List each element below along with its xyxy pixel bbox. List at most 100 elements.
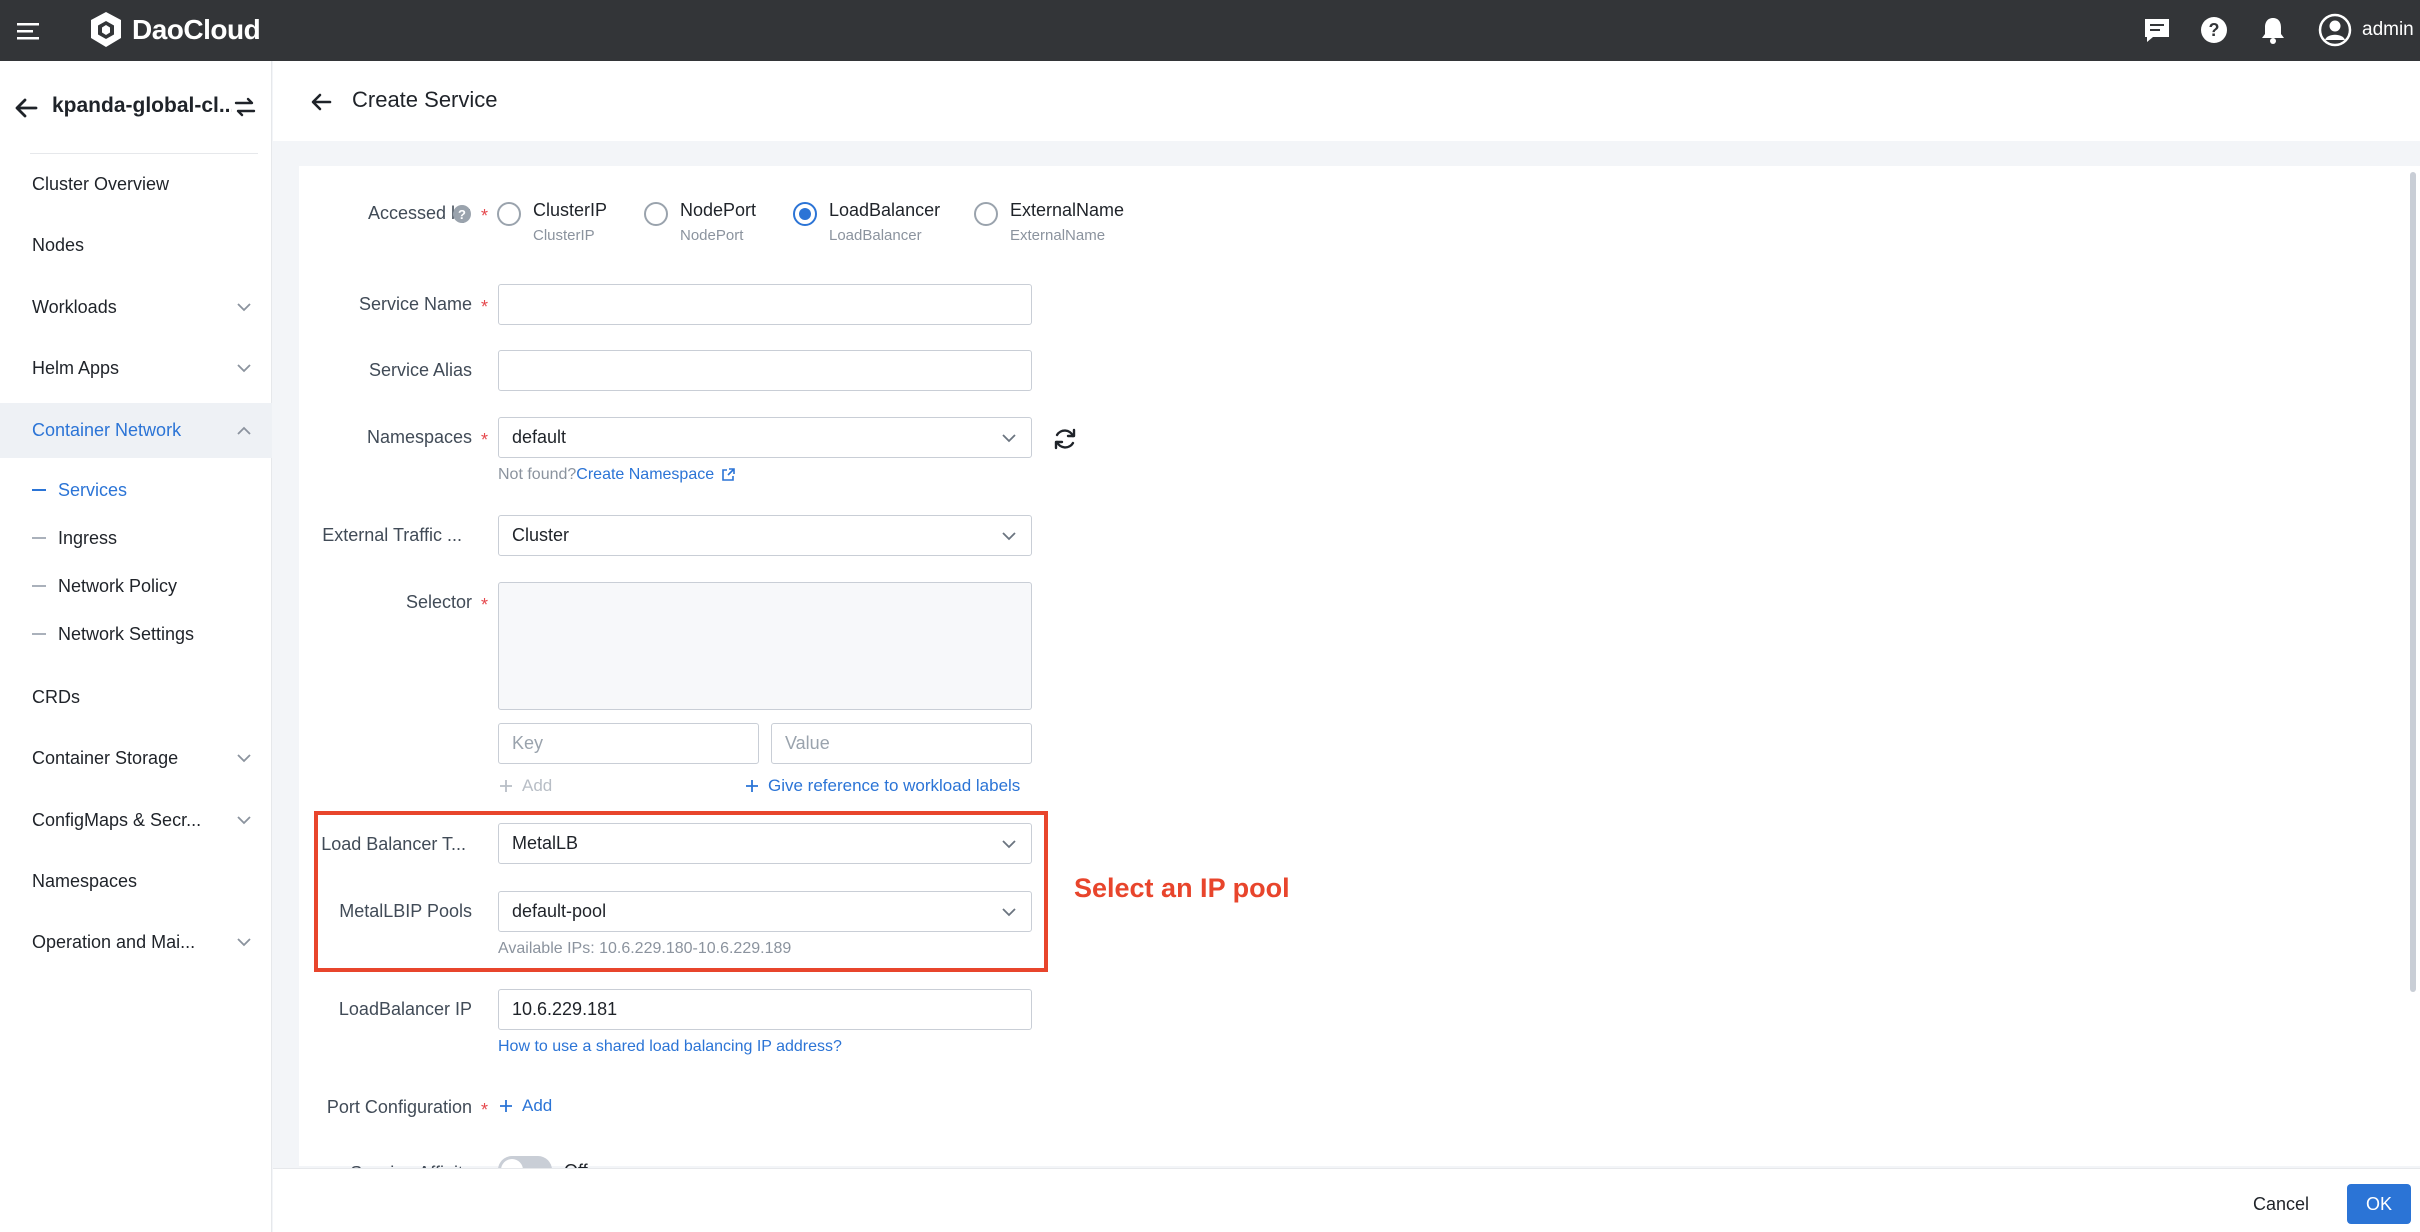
service-alias-input[interactable] <box>498 350 1032 391</box>
service-name-input[interactable] <box>498 284 1032 325</box>
service-name-label: Service Name <box>358 294 472 314</box>
shared-ip-help-link[interactable]: How to use a shared load balancing IP ad… <box>498 1038 842 1056</box>
dash-icon <box>32 585 46 587</box>
reference-label: Give reference to workload labels <box>768 776 1021 795</box>
plus-icon <box>500 780 512 792</box>
sidebar-item-cluster-overview[interactable]: Cluster Overview <box>0 158 272 210</box>
page-title: Create Service <box>352 87 498 112</box>
sidebar-subitem-network-policy[interactable]: Network Policy <box>0 564 272 608</box>
sidebar-item-nodes[interactable]: Nodes <box>0 219 272 271</box>
page-header: Create Service <box>273 61 2420 141</box>
refresh-icon[interactable] <box>1050 424 1080 454</box>
chevron-down-icon <box>237 938 251 947</box>
sidebar-subitem-ingress[interactable]: Ingress <box>0 516 272 560</box>
sidebar-item-label: Namespaces <box>32 870 138 891</box>
service-alias-label: Service Alias <box>368 360 472 380</box>
chevron-down-icon <box>237 754 251 763</box>
bell-icon[interactable] <box>2255 12 2291 48</box>
namespace-value: default <box>512 427 567 447</box>
sidebar-item-workloads[interactable]: Workloads <box>0 281 272 333</box>
sidebar-item-configmaps-secrets[interactable]: ConfigMaps & Secr... <box>0 794 272 846</box>
selector-textarea[interactable] <box>498 582 1032 710</box>
sidebar-item-label: Nodes <box>32 234 85 255</box>
help-circle-icon[interactable]: ? <box>452 204 472 224</box>
back-arrow-icon[interactable] <box>306 87 336 117</box>
menu-icon[interactable] <box>14 16 44 46</box>
add-label: Add <box>522 1096 553 1115</box>
external-link-icon[interactable] <box>720 467 736 483</box>
sidebar-item-namespaces[interactable]: Namespaces <box>0 855 272 907</box>
user-menu[interactable]: admin <box>2318 10 2414 50</box>
sidebar-item-label: Workloads <box>32 296 117 317</box>
sidebar-item-label: CRDs <box>32 686 80 707</box>
sidebar: kpanda-global-cl... Cluster Overview Nod… <box>0 61 272 1232</box>
svg-text:?: ? <box>458 207 466 222</box>
sidebar-item-operation-maintenance[interactable]: Operation and Mai... <box>0 916 272 968</box>
sidebar-divider <box>30 153 258 154</box>
add-label: Add <box>522 776 553 795</box>
user-name: admin <box>2362 19 2414 40</box>
message-icon[interactable] <box>2139 12 2175 48</box>
chevron-down-icon <box>237 303 251 312</box>
help-icon[interactable]: ? <box>2196 12 2232 48</box>
sidebar-item-label: Container Storage <box>32 747 179 768</box>
selector-key-input[interactable]: Key <box>498 723 759 764</box>
sidebar-item-container-storage[interactable]: Container Storage <box>0 732 272 784</box>
plus-icon <box>500 1100 512 1112</box>
accessed-by-label: Accessed by <box>367 203 470 223</box>
sidebar-subitem-label: Network Policy <box>58 575 178 596</box>
selector-add-button[interactable]: Add <box>498 776 552 796</box>
sidebar-subitem-label: Services <box>58 479 128 500</box>
create-namespace-link[interactable]: Create Namespace <box>576 466 714 484</box>
chevron-up-icon <box>237 426 251 435</box>
radio-circle <box>974 202 998 226</box>
daocloud-logo[interactable]: DaoCloud <box>88 6 261 54</box>
namespaces-label: Namespaces <box>366 427 472 447</box>
radio-sublabel: ExternalName <box>1010 227 1106 244</box>
lb-type-value: MetalLB <box>512 833 579 853</box>
sidebar-subitem-network-settings[interactable]: Network Settings <box>0 612 272 656</box>
namespace-select[interactable]: default <box>498 417 1032 458</box>
annotation-text: Select an IP pool <box>1074 873 1290 903</box>
chevron-down-icon <box>1002 840 1016 849</box>
cluster-name: kpanda-global-cl... <box>52 94 232 117</box>
dash-icon <box>32 489 46 491</box>
ip-pool-select[interactable]: default-pool <box>498 891 1032 932</box>
ok-button[interactable]: OK <box>2347 1184 2411 1224</box>
radio-circle <box>497 202 521 226</box>
available-ips-hint: Available IPs: 10.6.229.180-10.6.229.189 <box>498 940 792 957</box>
svg-text:?: ? <box>2209 20 2220 40</box>
reference-workload-labels-button[interactable]: Give reference to workload labels <box>744 776 1020 796</box>
radio-clusterip[interactable]: ClusterIP ClusterIP <box>497 200 607 244</box>
sidebar-item-label: Cluster Overview <box>32 173 170 194</box>
sidebar-item-container-network[interactable]: Container Network <box>0 403 272 458</box>
brand-name: DaoCloud <box>132 14 261 45</box>
top-bar: DaoCloud ? admin <box>0 0 2420 61</box>
required-mark: * <box>481 1100 489 1120</box>
radio-externalname[interactable]: ExternalName ExternalName <box>974 200 1124 244</box>
radio-loadbalancer[interactable]: LoadBalancer LoadBalancer <box>793 200 940 244</box>
radio-nodeport[interactable]: NodePort NodePort <box>644 200 756 244</box>
port-add-button[interactable]: Add <box>498 1096 552 1116</box>
cancel-button[interactable]: Cancel <box>2237 1184 2325 1224</box>
sidebar-item-label: Helm Apps <box>32 357 120 378</box>
required-mark: * <box>481 595 489 615</box>
sidebar-subitem-services[interactable]: Services <box>0 468 272 512</box>
external-traffic-select[interactable]: Cluster <box>498 515 1032 556</box>
back-arrow-icon[interactable] <box>10 92 42 124</box>
sidebar-item-helm-apps[interactable]: Helm Apps <box>0 342 272 394</box>
sidebar-item-crds[interactable]: CRDs <box>0 671 272 723</box>
sidebar-subitem-label: Ingress <box>58 527 118 548</box>
ip-pool-value: default-pool <box>512 901 607 921</box>
not-found-text: Not found? <box>498 466 577 483</box>
lb-type-select[interactable]: MetalLB <box>498 823 1032 864</box>
lb-ip-input[interactable]: 10.6.229.181 <box>498 989 1032 1030</box>
sidebar-subitem-label: Network Settings <box>58 623 195 644</box>
external-traffic-value: Cluster <box>512 525 570 545</box>
chevron-down-icon <box>1002 434 1016 443</box>
switch-cluster-icon[interactable] <box>230 92 260 122</box>
radio-label: LoadBalancer <box>829 200 941 220</box>
scrollbar[interactable] <box>2410 172 2416 992</box>
selector-value-input[interactable]: Value <box>771 723 1032 764</box>
selector-label: Selector <box>405 592 472 612</box>
